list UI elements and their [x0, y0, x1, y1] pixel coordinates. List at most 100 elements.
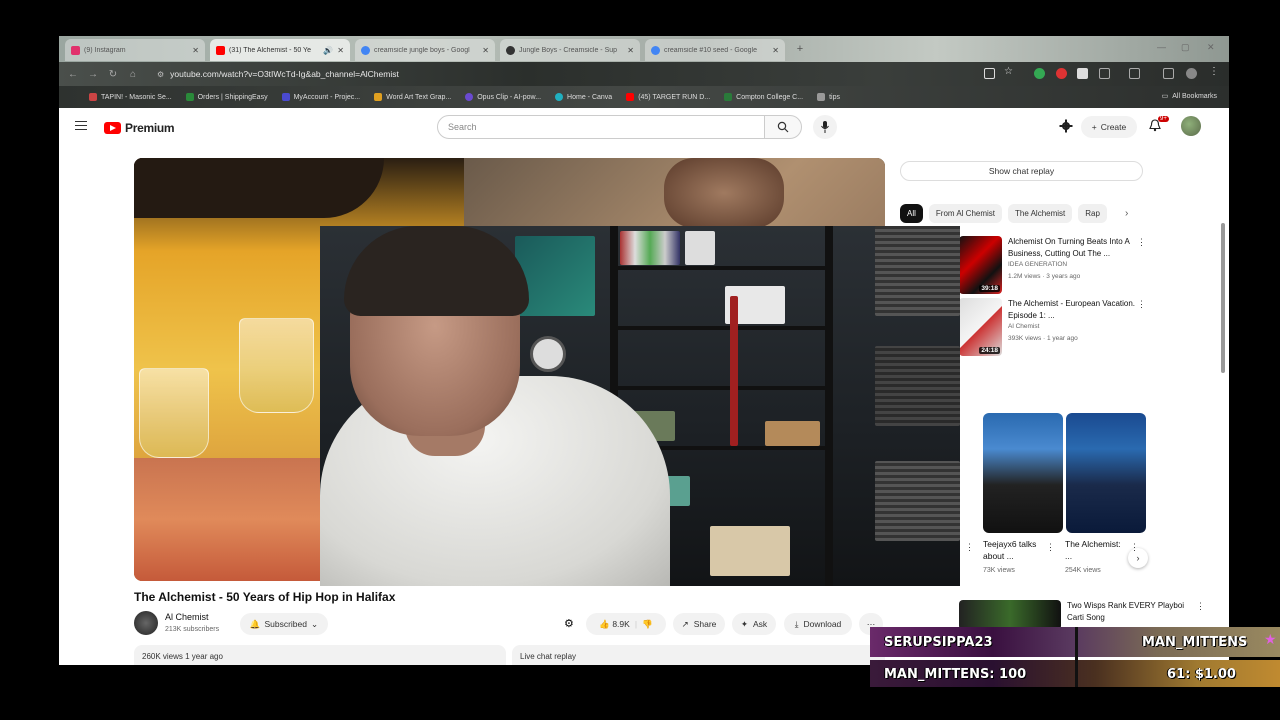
channel-avatar[interactable]	[134, 611, 158, 635]
close-icon[interactable]: ✕	[627, 46, 634, 55]
search-input[interactable]: Search	[437, 115, 765, 139]
show-chat-replay-label: Show chat replay	[988, 166, 1055, 176]
back-icon[interactable]: ←	[63, 69, 83, 80]
more-vert-icon[interactable]: ⋮	[965, 542, 974, 553]
search-icon	[777, 121, 789, 133]
overlay-bottom-right: 61: $1.00	[1167, 667, 1236, 682]
voice-search-button[interactable]	[813, 115, 837, 139]
stream-alert-overlay: SERUPSIPPA23 MAN_MITTENS MAN_MITTENS: 10…	[870, 627, 1280, 687]
chip-from-channel[interactable]: From Al Chemist	[928, 204, 1003, 223]
more-vert-icon[interactable]: ⋮	[1137, 237, 1146, 248]
subscribed-button[interactable]: 🔔 Subscribed ⌄	[240, 613, 328, 635]
short-title: The Alchemist: ...	[1065, 539, 1121, 561]
account-avatar[interactable]	[1181, 116, 1201, 136]
download-icon[interactable]	[1163, 68, 1174, 79]
screenshot-icon[interactable]	[984, 68, 995, 79]
filter-chips: All From Al Chemist The Alchemist Rap	[900, 204, 1107, 224]
chip-the-alchemist[interactable]: The Alchemist	[1008, 204, 1073, 223]
star-icon: ★	[1264, 631, 1277, 647]
show-chat-replay-button[interactable]: Show chat replay	[900, 161, 1143, 181]
chip-rap[interactable]: Rap	[1078, 204, 1107, 223]
more-vert-icon[interactable]: ⋮	[1130, 542, 1139, 553]
create-button[interactable]: + Create	[1081, 116, 1137, 138]
new-tab-button[interactable]: +	[793, 42, 807, 56]
speaker-icon[interactable]: 🔊	[323, 46, 333, 55]
extension-icon[interactable]	[1077, 68, 1088, 79]
bookmark-item[interactable]: tips	[817, 93, 840, 101]
channel-name[interactable]: Al Chemist	[165, 612, 209, 622]
tab-google-search-1[interactable]: creamsicle jungle boys - Googl ✕	[355, 39, 495, 61]
folder-icon: ▭	[1161, 93, 1169, 100]
sparkle-icon: ✦	[740, 618, 748, 629]
duration-badge: 39:18	[979, 285, 1000, 292]
page-scrollbar[interactable]	[1221, 223, 1225, 373]
close-icon[interactable]: ✕	[772, 46, 779, 55]
more-vert-icon[interactable]: ⋮	[1046, 542, 1055, 553]
close-icon[interactable]: ✕	[192, 46, 199, 55]
maximize-icon[interactable]: ▢	[1181, 42, 1190, 53]
bookmark-item[interactable]: Compton College C...	[724, 93, 803, 101]
more-vert-icon[interactable]: ⋮	[1137, 299, 1146, 310]
recommended-channel: IDEA GENERATION	[1008, 261, 1068, 268]
search-button[interactable]	[764, 115, 802, 139]
site-info-icon[interactable]: ⚙	[157, 70, 164, 79]
dislike-button[interactable]: 👎	[642, 619, 653, 630]
live-chat-replay-panel[interactable]: Live chat replay	[512, 645, 885, 665]
tab-google-search-2[interactable]: creamsicle #10 seed - Google ✕	[645, 39, 785, 61]
short-thumbnail[interactable]	[1066, 413, 1146, 533]
window-close-icon[interactable]: ✕	[1207, 42, 1215, 53]
duration-badge: 24:18	[979, 347, 1000, 354]
like-dislike-group: 👍 8.9K | 👎	[586, 613, 666, 635]
close-icon[interactable]: ✕	[482, 46, 489, 55]
profile-icon[interactable]	[1186, 68, 1197, 79]
close-icon[interactable]: ✕	[337, 46, 344, 55]
youtube-logo[interactable]: Premium	[104, 121, 175, 135]
tab-label: (31) The Alchemist - 50 Ye	[229, 46, 311, 54]
bookmark-item[interactable]: Home - Canva	[555, 93, 612, 101]
webcam-overlay	[320, 226, 960, 586]
like-button[interactable]: 👍 8.9K	[599, 619, 629, 630]
extension-icon[interactable]	[1056, 68, 1067, 79]
short-thumbnail[interactable]	[983, 413, 1063, 533]
gear-icon[interactable]	[1059, 119, 1073, 138]
youtube-masthead: Premium Search + Create 9+	[59, 108, 1229, 148]
share-button[interactable]: ↗ Share	[673, 613, 725, 635]
ask-button[interactable]: ✦ Ask	[732, 613, 776, 635]
recommended-video[interactable]: 24:18 The Alchemist - European Vacation.…	[959, 298, 1201, 358]
reload-icon[interactable]: ↻	[103, 69, 123, 80]
chevron-right-icon[interactable]: ›	[1125, 208, 1128, 219]
bookmark-item[interactable]: Word Art Text Grap...	[374, 93, 451, 101]
description-box[interactable]: 260K views 1 year ago	[134, 645, 506, 665]
bookmark-item[interactable]: TAPIN! - Masonic Se...	[89, 93, 172, 101]
forward-icon[interactable]: →	[83, 69, 103, 80]
share-label: Share	[693, 619, 717, 629]
home-icon[interactable]: ⌂	[123, 69, 143, 80]
bookmark-item[interactable]: Orders | ShippingEasy	[185, 93, 268, 101]
tab-instagram[interactable]: (9) Instagram ✕	[65, 39, 205, 61]
tab-jungle-boys[interactable]: Jungle Boys - Creamsicle - Sup ✕	[500, 39, 640, 61]
bookmark-item[interactable]: MyAccount - Projec...	[281, 93, 360, 101]
microphone-icon	[821, 121, 829, 133]
more-vert-icon[interactable]: ⋮	[1196, 601, 1205, 612]
star-icon[interactable]: ☆	[1004, 66, 1013, 77]
chip-all[interactable]: All	[900, 204, 923, 223]
recommended-video[interactable]: 39:18 Alchemist On Turning Beats Into A …	[959, 236, 1201, 296]
extensions-puzzle-icon[interactable]	[1099, 68, 1110, 79]
video-title: The Alchemist - 50 Years of Hip Hop in H…	[134, 590, 396, 604]
short-image	[983, 413, 1063, 533]
extension-icon[interactable]	[1034, 68, 1045, 79]
menu-icon[interactable]	[75, 121, 87, 130]
all-bookmarks-button[interactable]: ▭ All Bookmarks	[1161, 92, 1217, 101]
gear-icon[interactable]: ⚙	[564, 617, 574, 630]
tab-strip: (9) Instagram ✕ (31) The Alchemist - 50 …	[59, 36, 1229, 62]
bookmarks-bar: TAPIN! - Masonic Se... Orders | Shipping…	[59, 86, 1229, 108]
short-views: 73K views	[983, 567, 1015, 574]
address-bar[interactable]: ⚙ youtube.com/watch?v=O3tIWcTd-Ig&ab_cha…	[157, 66, 1037, 82]
menu-dots-icon[interactable]: ⋮	[1209, 66, 1219, 77]
download-button[interactable]: ⤓ Download	[784, 613, 852, 635]
minimize-icon[interactable]: —	[1157, 42, 1166, 52]
bookmark-item[interactable]: (45) TARGET RUN D...	[626, 93, 710, 101]
sidepanel-icon[interactable]	[1129, 68, 1140, 79]
bookmark-item[interactable]: Opus Clip - AI-pow...	[465, 93, 541, 101]
tab-youtube-active[interactable]: (31) The Alchemist - 50 Ye 🔊 ✕	[210, 39, 350, 61]
